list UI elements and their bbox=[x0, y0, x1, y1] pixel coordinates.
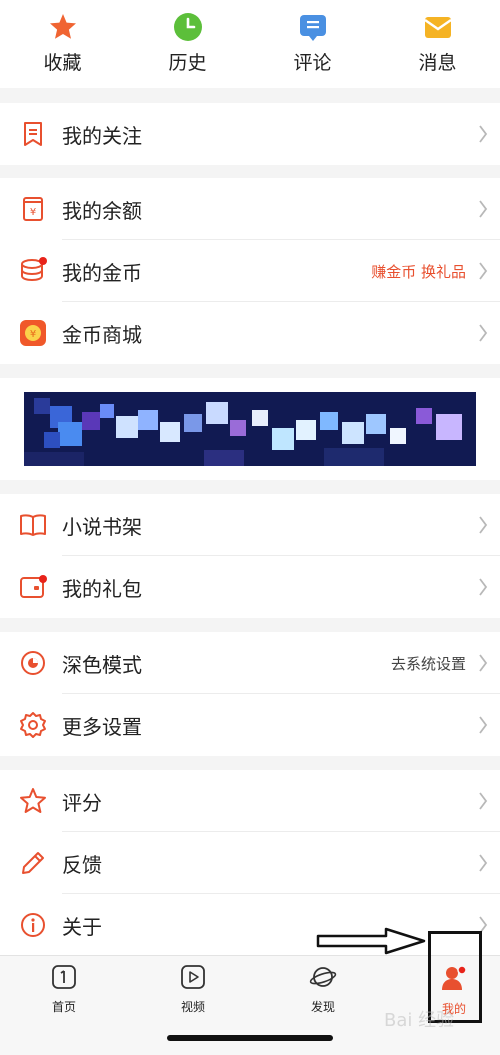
coins-promo-text: 赚金币 换礼品 bbox=[371, 262, 466, 281]
menu-label: 评分 bbox=[62, 790, 102, 815]
menu-item-more-settings[interactable]: 更多设置 bbox=[0, 694, 500, 756]
quick-messages[interactable]: 消息 bbox=[375, 0, 500, 88]
quick-label: 收藏 bbox=[43, 52, 82, 74]
chevron-right-icon bbox=[479, 262, 488, 280]
quick-favorites[interactable]: 收藏 bbox=[0, 0, 125, 88]
svg-text:¥: ¥ bbox=[30, 329, 36, 340]
quick-label: 评论 bbox=[293, 52, 332, 74]
star-outline-icon bbox=[18, 786, 48, 816]
gear-icon bbox=[18, 710, 48, 740]
menu-label: 我的金币 bbox=[62, 260, 142, 285]
menu-label: 我的余额 bbox=[62, 198, 142, 223]
chevron-right-icon bbox=[479, 716, 488, 734]
svg-text:¥: ¥ bbox=[30, 207, 36, 218]
menu-item-coins[interactable]: 我的金币 赚金币 换礼品 bbox=[0, 240, 500, 302]
promo-banner[interactable] bbox=[24, 392, 476, 466]
tab-discover[interactable]: 发现 bbox=[283, 964, 363, 1015]
open-book-icon bbox=[18, 510, 48, 540]
coin-mall-icon: ¥ bbox=[18, 318, 48, 348]
menu-group-wallet: ¥ 我的余额 我的金币 赚金币 换礼品 ¥ 金币商城 bbox=[0, 178, 500, 364]
pencil-icon bbox=[18, 848, 48, 878]
home-indicator bbox=[167, 1035, 333, 1041]
quick-label: 消息 bbox=[418, 52, 457, 74]
gift-card-icon bbox=[18, 572, 48, 602]
info-icon bbox=[18, 910, 48, 940]
chevron-right-icon bbox=[479, 854, 488, 872]
tab-label: 首页 bbox=[51, 1000, 76, 1014]
video-icon bbox=[180, 964, 206, 994]
tab-label: 发现 bbox=[310, 1000, 335, 1014]
quick-comments[interactable]: 评论 bbox=[250, 0, 375, 88]
menu-item-coin-mall[interactable]: ¥ 金币商城 bbox=[0, 302, 500, 364]
comment-icon bbox=[298, 12, 328, 42]
menu-group-books: 小说书架 我的礼包 bbox=[0, 494, 500, 618]
menu-label: 关于 bbox=[62, 914, 102, 939]
tab-label: 视频 bbox=[180, 1000, 205, 1014]
quick-actions: 收藏 历史 评论 消息 bbox=[0, 0, 500, 88]
tab-video[interactable]: 视频 bbox=[153, 964, 233, 1015]
chevron-right-icon bbox=[479, 324, 488, 342]
promo-banner-container bbox=[0, 378, 500, 480]
tab-home[interactable]: 首页 bbox=[24, 964, 104, 1015]
menu-item-balance[interactable]: ¥ 我的余额 bbox=[0, 178, 500, 240]
planet-icon bbox=[309, 964, 337, 994]
menu-label: 我的礼包 bbox=[62, 576, 142, 601]
quick-label: 历史 bbox=[168, 52, 207, 74]
star-icon bbox=[48, 12, 78, 42]
menu-item-dark-mode[interactable]: 深色模式 去系统设置 bbox=[0, 632, 500, 694]
envelope-icon bbox=[423, 12, 453, 42]
menu-label: 深色模式 bbox=[62, 652, 142, 677]
menu-label: 小说书架 bbox=[62, 514, 142, 539]
quick-history[interactable]: 历史 bbox=[125, 0, 250, 88]
menu-item-rate[interactable]: 评分 bbox=[0, 770, 500, 832]
menu-item-gift[interactable]: 我的礼包 bbox=[0, 556, 500, 618]
menu-label: 更多设置 bbox=[62, 714, 142, 739]
chevron-right-icon bbox=[479, 200, 488, 218]
dark-mode-icon bbox=[18, 648, 48, 678]
menu-item-feedback[interactable]: 反馈 bbox=[0, 832, 500, 894]
clock-icon bbox=[173, 12, 203, 42]
annotation-arrow-icon bbox=[316, 927, 426, 955]
system-settings-text: 去系统设置 bbox=[390, 654, 466, 673]
menu-item-follow[interactable]: 我的关注 bbox=[0, 103, 500, 165]
menu-label: 金币商城 bbox=[62, 322, 142, 347]
menu-item-bookshelf[interactable]: 小说书架 bbox=[0, 494, 500, 556]
chevron-right-icon bbox=[479, 516, 488, 534]
menu-label: 反馈 bbox=[62, 852, 102, 877]
menu-label: 我的关注 bbox=[62, 123, 142, 148]
chevron-right-icon bbox=[479, 792, 488, 810]
watermark: Bai 经验 bbox=[384, 1010, 455, 1031]
menu-group-settings: 深色模式 去系统设置 更多设置 bbox=[0, 632, 500, 756]
wallet-icon: ¥ bbox=[18, 194, 48, 224]
bookmark-icon bbox=[18, 119, 48, 149]
chevron-right-icon bbox=[479, 654, 488, 672]
menu-group-follow: 我的关注 bbox=[0, 103, 500, 165]
chevron-right-icon bbox=[479, 578, 488, 596]
home-icon bbox=[51, 964, 77, 994]
coins-icon bbox=[18, 256, 48, 286]
chevron-right-icon bbox=[479, 125, 488, 143]
